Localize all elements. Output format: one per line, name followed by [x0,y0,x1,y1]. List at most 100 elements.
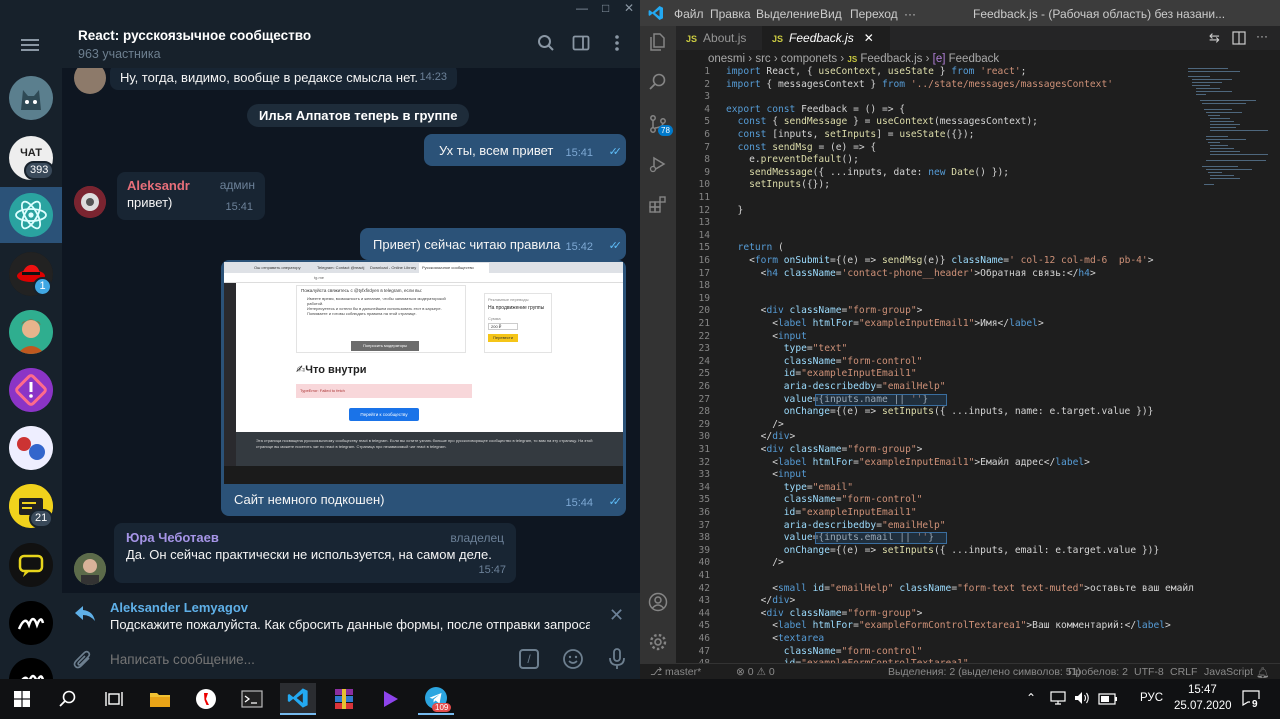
chat-header[interactable]: React: русскоязычное сообщество 963 учас… [62,18,640,68]
avatar[interactable] [74,68,106,94]
message-list[interactable]: Ну, тогда, видимо, вообще в редаксе смыс… [62,68,640,593]
encoding-info[interactable]: UTF-8 [1134,666,1164,678]
code-line[interactable]: 5 const { sendMessage } = useContext(mes… [676,116,1200,129]
message-incoming[interactable]: Ну, тогда, видимо, вообще в редаксе смыс… [110,68,457,90]
search-icon[interactable] [537,34,555,52]
code-line[interactable]: 7 const sendMsg = (e) => { [676,142,1200,155]
code-line[interactable]: 19 [676,293,1200,306]
menu-edit[interactable]: Правка [710,7,751,21]
chat-avatar-purple[interactable] [9,368,53,412]
terminal-icon[interactable] [234,683,270,715]
avatar[interactable] [74,553,106,585]
code-line[interactable]: 32 <label htmlFor="exampleInputEmail1">Е… [676,457,1200,470]
avatar[interactable] [74,186,106,218]
chat-avatar-chatbubble[interactable] [9,543,53,587]
microphone-icon[interactable] [608,648,626,675]
code-line[interactable]: 35 className="form-control" [676,494,1200,507]
indentation-info[interactable]: Пробелов: 2 [1068,666,1128,678]
close-icon[interactable]: ✕ [624,2,634,14]
code-line[interactable]: 10 setInputs({}); [676,179,1200,192]
settings-gear-icon[interactable] [648,632,668,652]
account-icon[interactable] [648,592,668,612]
split-editor-icon[interactable] [1232,31,1246,50]
code-line[interactable]: 8 e.preventDefault(); [676,154,1200,167]
tab-feedback[interactable]: JS Feedback.js ✕ [762,26,890,50]
breadcrumb-item[interactable]: onesmi [708,53,745,65]
more-actions-icon[interactable]: ··· [1256,29,1268,43]
selection-info[interactable]: Выделения: 2 (выделено символов: 51) [888,666,1081,678]
clock-time[interactable]: 15:47 [1188,684,1217,696]
tab-about[interactable]: JS About.js [676,26,762,50]
code-line[interactable]: 37 aria-describedby="emailHelp" [676,520,1200,533]
code-line[interactable]: 20 <div className="form-group"> [676,305,1200,318]
show-hidden-icons-chevron-icon[interactable]: ⌃ [1026,691,1036,705]
code-line[interactable]: 4 export const Feedback = () => { [676,104,1200,117]
code-line[interactable]: 24 className="form-control" [676,356,1200,369]
menu-file[interactable]: Файл [674,7,704,21]
chat-avatar-person[interactable] [9,310,53,354]
attach-icon[interactable] [72,649,94,676]
problems-indicator[interactable]: ⊗ 0 ⚠ 0 [736,666,775,678]
code-line[interactable]: 42 <small id="emailHelp" className="form… [676,583,1200,596]
breadcrumb-item[interactable]: Feedback.js [860,53,922,65]
notifications-bell-icon[interactable]: 🔔︎ [1256,666,1269,679]
code-editor[interactable]: 1 import React, { useContext, useState } … [676,66,1200,663]
maximize-icon[interactable]: □ [602,2,609,14]
media-player-icon[interactable] [372,683,408,715]
code-line[interactable]: 3 [676,91,1200,104]
code-line[interactable]: 22 <input [676,331,1200,344]
yandex-browser-icon[interactable] [188,683,224,715]
sender-name[interactable]: Юра Чеботаев [126,529,506,546]
message-input[interactable] [110,647,500,671]
message-incoming[interactable]: Юра Чеботаев владелец Да. Он сейчас прак… [114,523,516,583]
code-line[interactable]: 6 const [inputs, setInputs] = useState({… [676,129,1200,142]
code-line[interactable]: 45 <label htmlFor="exampleFormControlTex… [676,620,1200,633]
code-line[interactable]: 39 onChange={(e) => setInputs({ ...input… [676,545,1200,558]
vscode-taskbar-icon[interactable] [280,683,316,715]
code-line[interactable]: 31 <div className="form-group"> [676,444,1200,457]
extensions-icon[interactable] [648,194,668,214]
file-explorer-icon[interactable] [142,683,178,715]
code-line[interactable]: 15 return ( [676,242,1200,255]
message-incoming[interactable]: Aleksandr админ привет) 15:41 [117,172,265,220]
code-line[interactable]: 34 type="email" [676,482,1200,495]
code-line[interactable]: 16 <form onSubmit={(e) => sendMsg(e)} cl… [676,255,1200,268]
screenshot-image[interactable]: Ош отправить оператору Telegram: Contact… [224,262,623,484]
code-line[interactable]: 17 <h4 className='contact-phone__header'… [676,268,1200,281]
code-line[interactable]: 25 id="exampleInputEmail1" [676,368,1200,381]
message-outgoing-photo[interactable]: Ош отправить оператору Telegram: Contact… [221,260,626,516]
task-view-icon[interactable] [96,683,132,715]
minimap[interactable] [1188,66,1270,206]
emoji-icon[interactable] [562,648,584,675]
message-outgoing[interactable]: Ух ты, всем привет 15:41 ✓✓ [424,134,626,166]
code-line[interactable]: 33 <input [676,469,1200,482]
code-line[interactable]: 14 [676,230,1200,243]
menu-view[interactable]: Вид [820,7,842,21]
code-line[interactable]: 47 className="form-control" [676,646,1200,659]
clock-date[interactable]: 25.07.2020 [1174,700,1232,712]
code-line[interactable]: 40 /> [676,557,1200,570]
code-line[interactable]: 28 onChange={(e) => setInputs({ ...input… [676,406,1200,419]
search-icon[interactable] [50,683,86,715]
message-outgoing[interactable]: Привет) сейчас читаю правила 15:42 ✓✓ [360,228,626,260]
code-line[interactable]: 21 <label htmlFor="exampleInputEmail1">И… [676,318,1200,331]
code-line[interactable]: 46 <textarea [676,633,1200,646]
run-debug-icon[interactable] [648,154,668,174]
code-line[interactable]: 1 import React, { useContext, useState } … [676,66,1200,79]
battery-icon[interactable] [1098,692,1118,710]
chat-avatar-cat[interactable] [9,76,53,120]
menu-go[interactable]: Переход [850,7,898,21]
chat-avatar-react[interactable] [9,193,53,237]
chat-avatar-cars[interactable] [9,426,53,470]
code-line[interactable]: 30 </div> [676,431,1200,444]
git-branch[interactable]: ⎇ master* [650,666,701,678]
search-icon[interactable] [648,72,668,92]
code-line[interactable]: 41 [676,570,1200,583]
code-line[interactable]: 29 /> [676,419,1200,432]
close-reply-icon[interactable]: ✕ [609,605,624,626]
code-line[interactable]: 18 [676,280,1200,293]
code-line[interactable]: 44 <div className="form-group"> [676,608,1200,621]
minimize-icon[interactable]: — [576,2,588,14]
commands-icon[interactable]: / [519,649,539,669]
code-line[interactable]: 23 type="text" [676,343,1200,356]
